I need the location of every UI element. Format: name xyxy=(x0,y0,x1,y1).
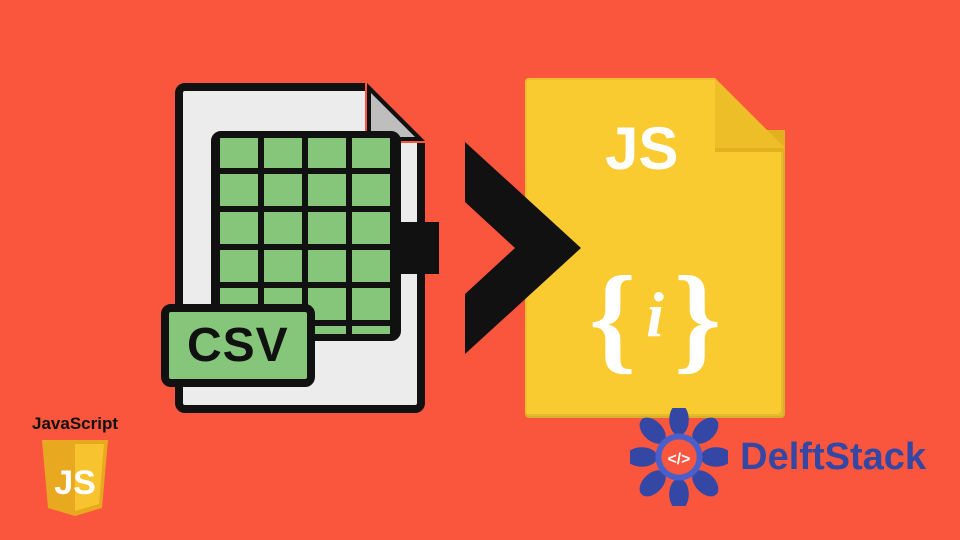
mandala-glyph: </> xyxy=(668,451,691,468)
javascript-logo: JavaScript JS xyxy=(30,414,120,518)
shield-text: JS xyxy=(54,464,96,502)
curly-close-icon: } xyxy=(674,258,721,378)
javascript-shield-icon: JS xyxy=(38,438,112,518)
delftstack-brand-text: DelftStack xyxy=(740,436,926,479)
illustration-center: CSV JS { i } xyxy=(175,78,785,418)
js-fold-triangle xyxy=(715,78,785,148)
js-file-label: JS xyxy=(605,114,678,183)
arrow-notch xyxy=(439,178,515,318)
semicolon-icon: i xyxy=(646,278,664,358)
csv-badge-label: CSV xyxy=(161,304,315,387)
curly-open-icon: { xyxy=(589,258,636,378)
mandala-icon: </> xyxy=(630,408,728,506)
csv-file-icon: CSV xyxy=(175,83,425,413)
javascript-logo-title: JavaScript xyxy=(30,414,120,434)
delftstack-logo: </> DelftStack xyxy=(630,408,926,506)
js-curly-group: { i } xyxy=(589,258,721,378)
arrow-right-icon xyxy=(395,138,555,358)
